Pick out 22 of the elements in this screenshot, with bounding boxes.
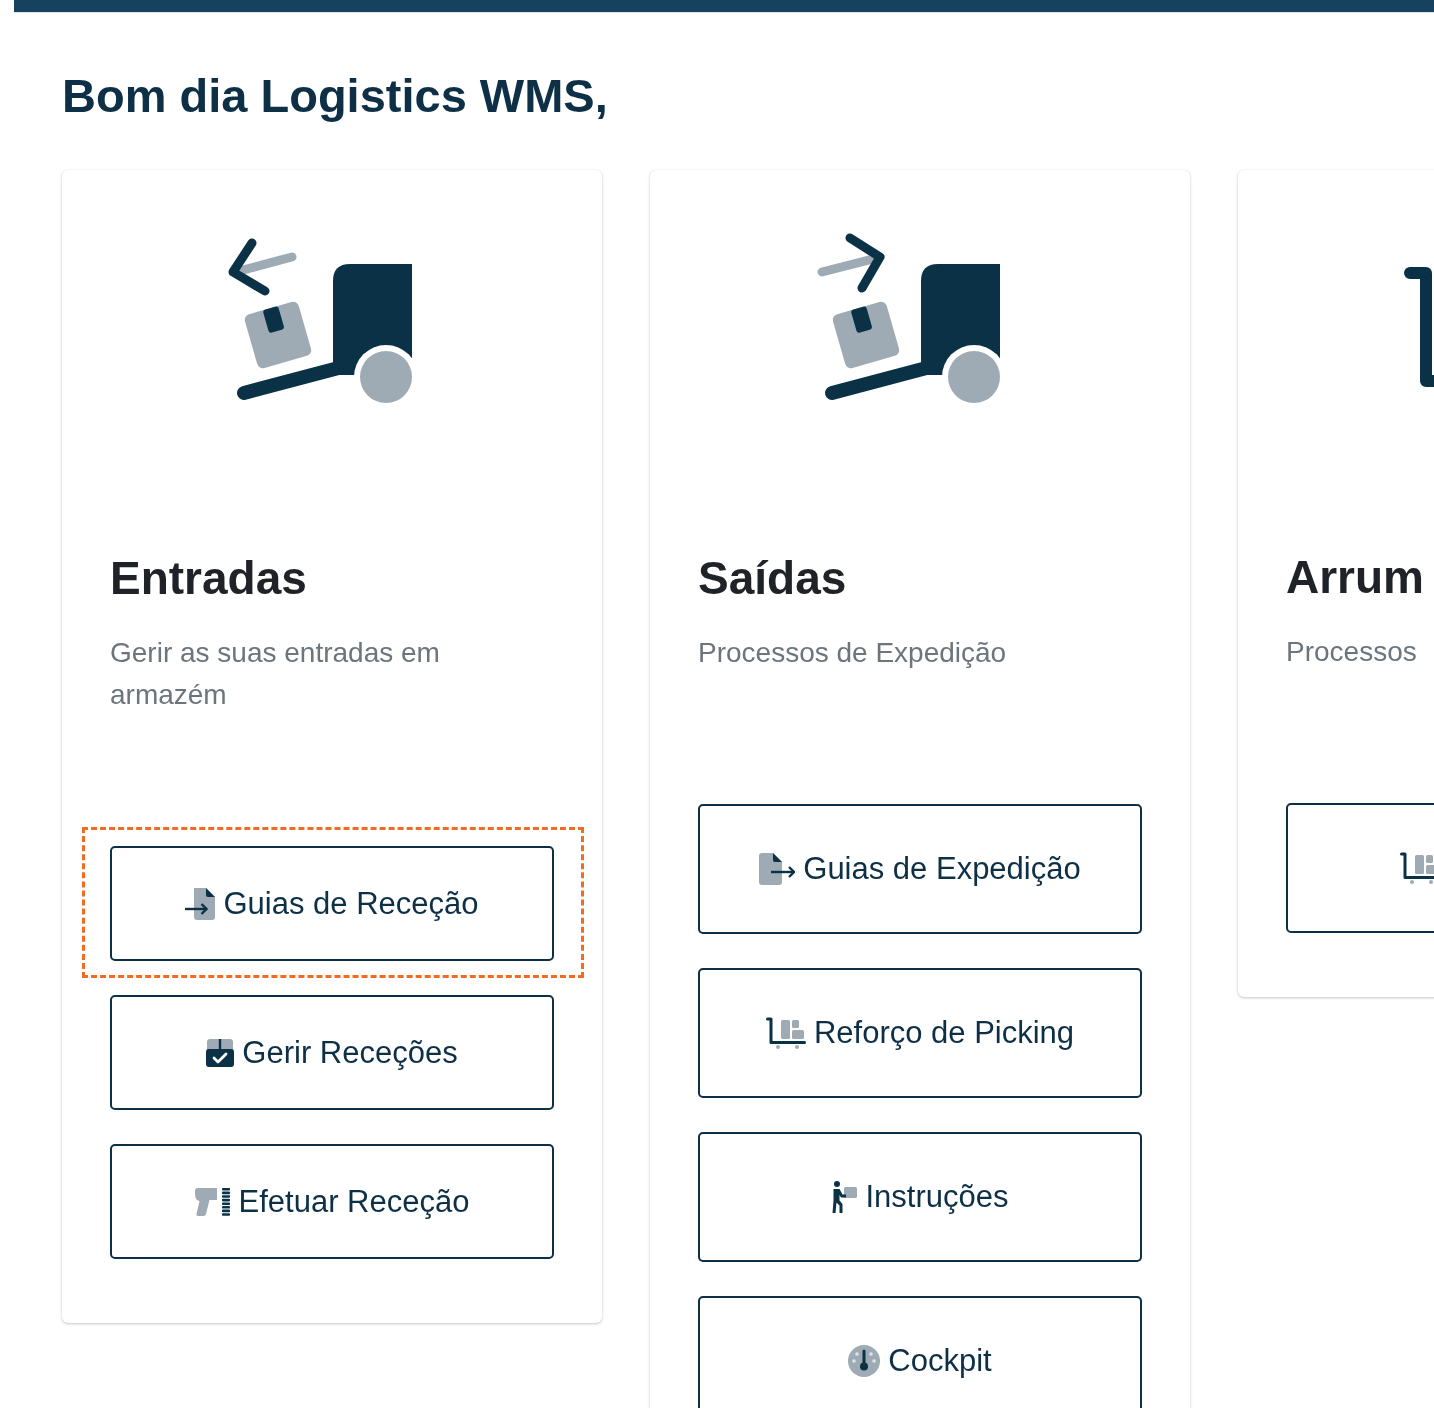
gauge-icon [848,1345,881,1377]
action-button[interactable]: Efetuar Receção [110,1144,554,1259]
box-check-icon [206,1038,235,1067]
action-button[interactable]: Guias de Expedição [698,804,1142,934]
greeting-heading: Bom dia Logistics WMS, [62,68,608,124]
action-button[interactable]: Guias de Receção [110,846,554,961]
card-title: Entradas [110,551,307,606]
dolly-boxes-icon [1400,852,1434,884]
dolly-boxes-icon [765,1017,806,1049]
card-description: Processos de Expedição [698,636,1008,670]
card-title: Arrum [1286,550,1425,605]
action-button[interactable]: Reforço de Picking [698,968,1142,1098]
card-title: Saídas [698,551,847,606]
action-button[interactable]: Instruções [698,1132,1142,1262]
action-button[interactable]: Gerir Receções [110,995,554,1110]
action-button[interactable]: Cockpit [698,1296,1142,1408]
barcode-scanner-icon [194,1187,231,1216]
file-import-icon [185,887,216,920]
person-carrying-box-icon [831,1181,858,1213]
card-description: Gerir as suas entradas em armazém [110,636,441,712]
file-export-icon [759,853,796,885]
card-description: Processos [1286,635,1418,669]
